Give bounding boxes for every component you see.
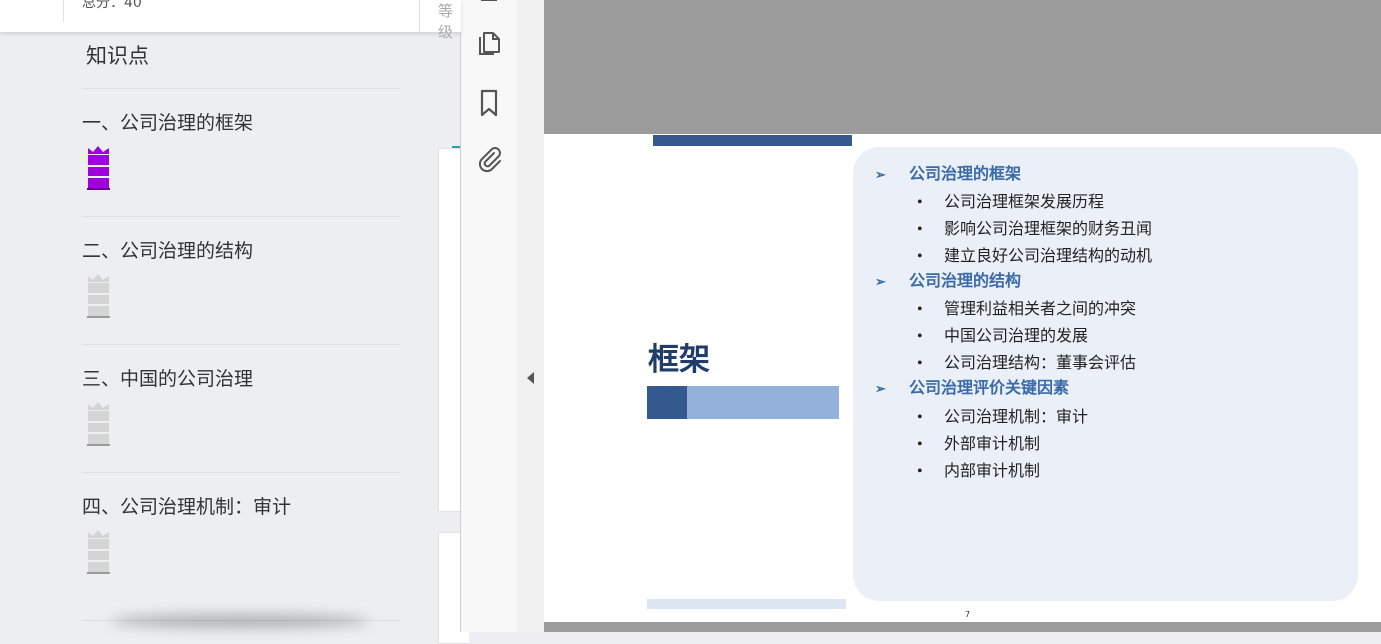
slide-page: 框架 7 ➢ 公司治理的框架 • 公司治理框架发展历程 • 影响公司治理框架的财务丑闻… (544, 134, 1381, 622)
progress-tower-icon (87, 530, 110, 574)
outline-section: ➢ 公司治理评价关键因素 (875, 374, 1069, 398)
slide-accent-bar (653, 135, 852, 146)
progress-tower-icon (87, 274, 110, 318)
bullet-text: 建立良好公司治理结构的动机 (944, 248, 1153, 265)
attachment-icon[interactable] (474, 144, 504, 174)
slide-heading: 框架 (648, 342, 710, 377)
slide-accent-bar (647, 386, 687, 419)
outline-panel: ➢ 公司治理的框架 • 公司治理框架发展历程 • 影响公司治理框架的财务丑闻 • 建立良… (853, 147, 1358, 601)
bullet-text: 公司治理结构：董事会评估 (944, 355, 1137, 372)
outline-bullet: • 公司治理机制：审计 (917, 409, 1089, 426)
bullet-text: 影响公司治理框架的财务丑闻 (944, 221, 1153, 238)
divider (419, 0, 420, 32)
total-score: 总分：40 (82, 0, 142, 11)
divider (82, 88, 400, 89)
arrow-bullet-icon: ➢ (875, 274, 886, 289)
slide-accent-bar (647, 599, 846, 609)
outline-bullet: • 外部审计机制 (917, 436, 1041, 453)
progress-tower-icon (87, 146, 110, 190)
thumbnail-icon[interactable] (474, 0, 504, 16)
outline-bullet: • 公司治理结构：董事会评估 (917, 355, 1137, 372)
knowledge-item-label[interactable]: 三、中国的公司治理 (82, 364, 253, 391)
outline-bullet: • 建立良好公司治理结构的动机 (917, 248, 1153, 265)
scroll-shadow (110, 614, 370, 628)
arrow-bullet-icon: ➢ (875, 167, 886, 182)
slide-accent-bar (687, 386, 839, 419)
knowledge-item-label[interactable]: 二、公司治理的结构 (82, 236, 253, 263)
document-viewport (544, 622, 1381, 632)
divider (63, 0, 64, 22)
bullet-text: 内部审计机制 (944, 463, 1041, 480)
outline-section-title: 公司治理的结构 (909, 273, 1022, 290)
page-number: 7 (965, 610, 971, 619)
top-header: 总分：40 等级 (0, 0, 461, 41)
divider (82, 216, 400, 217)
viewer-sidebar (460, 0, 518, 632)
collapse-left-icon[interactable] (526, 371, 535, 385)
knowledge-item-label[interactable]: 四、公司治理机制：审计 (82, 492, 291, 519)
outline-bullet: • 内部审计机制 (917, 463, 1041, 480)
arrow-bullet-icon: ➢ (875, 381, 886, 396)
knowledge-title: 知识点 (86, 44, 149, 68)
divider (82, 472, 400, 473)
outline-section-title: 公司治理的框架 (909, 166, 1022, 183)
outline-bullet: • 中国公司治理的发展 (917, 328, 1089, 345)
bookmark-icon[interactable] (474, 88, 504, 118)
bullet-text: 公司治理机制：审计 (944, 409, 1089, 426)
sidebar-toggle[interactable] (517, 0, 545, 632)
bullet-text: 中国公司治理的发展 (944, 328, 1089, 345)
divider (82, 344, 400, 345)
outline-section: ➢ 公司治理的结构 (875, 267, 1021, 291)
outline-bullet: • 管理利益相关者之间的冲突 (917, 301, 1137, 318)
grade-label: 等级 (438, 2, 454, 41)
knowledge-item-label[interactable]: 一、公司治理的框架 (82, 108, 253, 135)
outline-bullet: • 公司治理框架发展历程 (917, 194, 1105, 211)
outline-bullet: • 影响公司治理框架的财务丑闻 (917, 221, 1153, 238)
outline-section-title: 公司治理评价关键因素 (909, 380, 1070, 397)
copy-pages-icon[interactable] (474, 30, 504, 60)
outline-section: ➢ 公司治理的框架 (875, 160, 1021, 184)
bullet-text: 管理利益相关者之间的冲突 (944, 301, 1137, 318)
bullet-text: 外部审计机制 (944, 436, 1041, 453)
progress-tower-icon (87, 402, 110, 446)
bullet-text: 公司治理框架发展历程 (944, 194, 1105, 211)
